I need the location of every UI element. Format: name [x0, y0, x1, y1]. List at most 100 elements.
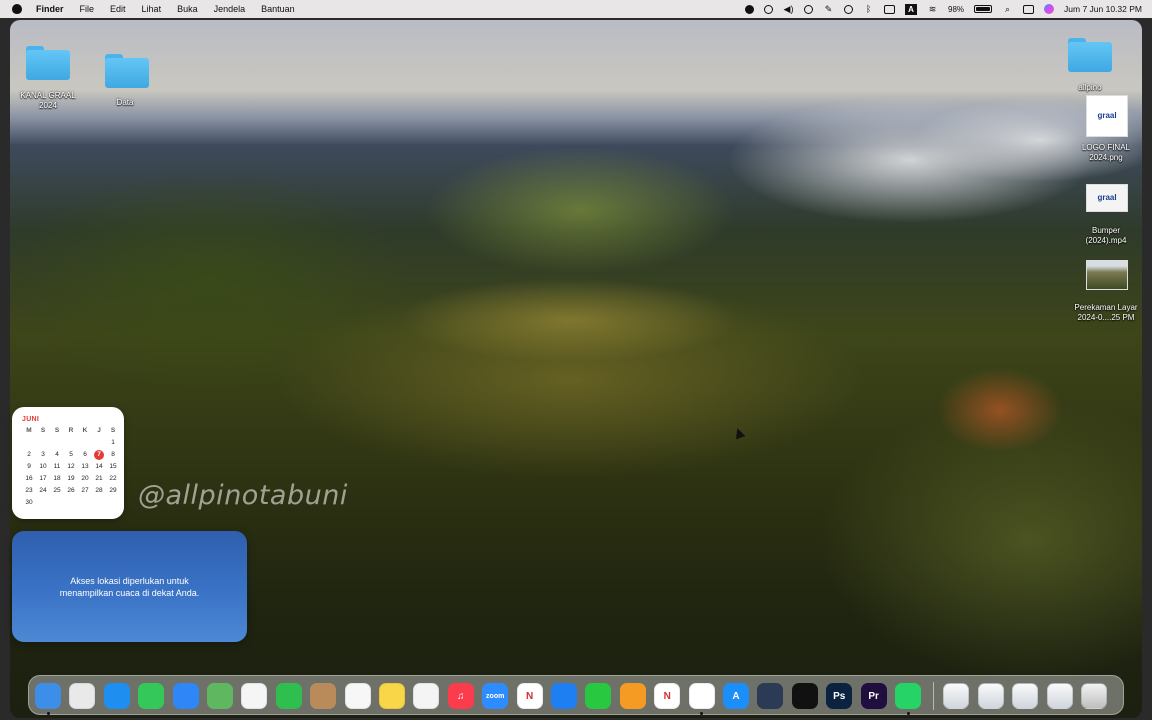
calendar-day[interactable]: 1: [106, 438, 120, 448]
finder-icon[interactable]: [35, 683, 61, 709]
launchpad-icon[interactable]: [69, 683, 96, 709]
xcode-icon[interactable]: [757, 683, 784, 709]
video-file-icon[interactable]: graal: [1086, 184, 1128, 212]
app-menu-finder[interactable]: Finder: [36, 4, 64, 14]
documents-stack-icon[interactable]: [1012, 683, 1039, 709]
numbers-icon[interactable]: [585, 683, 612, 709]
wifi-icon[interactable]: ≋: [927, 4, 938, 15]
photos-icon[interactable]: [241, 683, 268, 709]
whatsapp-icon[interactable]: [895, 683, 921, 709]
app-store-icon[interactable]: A: [723, 683, 749, 709]
play-icon[interactable]: [844, 4, 854, 14]
calendar-widget[interactable]: JUNI M S S R K J S 1 2 3 4 5 6 7 8 9 10 11 12 13 14 15 16 17 18 1…: [12, 407, 124, 519]
calendar-day[interactable]: 10: [36, 462, 50, 472]
chrome-icon[interactable]: [688, 683, 715, 709]
calendar-day[interactable]: 16: [22, 474, 36, 484]
downloads-stack-icon[interactable]: [943, 683, 970, 709]
mail-icon[interactable]: [172, 683, 199, 709]
calendar-day[interactable]: 15: [106, 462, 120, 472]
calendar-day[interactable]: 29: [106, 486, 120, 496]
pages-icon[interactable]: [619, 683, 646, 709]
calendar-day[interactable]: 25: [50, 486, 64, 496]
calendar-day[interactable]: 14: [92, 462, 106, 472]
menu-view[interactable]: Lihat: [142, 4, 162, 14]
record-status-icon[interactable]: [745, 4, 755, 14]
screen-share-icon[interactable]: [764, 4, 774, 14]
calendar-day[interactable]: 21: [92, 474, 106, 484]
menu-help[interactable]: Bantuan: [261, 4, 295, 14]
folder-icon[interactable]: [105, 54, 149, 88]
desktop-stack-icon[interactable]: [1046, 683, 1073, 709]
calendar-day[interactable]: 11: [50, 462, 64, 472]
music-icon[interactable]: ♫: [447, 683, 474, 709]
calendar-day[interactable]: 5: [64, 450, 78, 460]
calendar-day[interactable]: 9: [22, 462, 36, 472]
desktop-item-bumper-label[interactable]: Bumper (2024).mp4: [1066, 226, 1146, 246]
news-icon[interactable]: N: [516, 683, 543, 709]
image-file-icon[interactable]: graal: [1086, 95, 1128, 137]
keynote-icon[interactable]: [551, 683, 577, 709]
calendar-day[interactable]: 19: [64, 474, 78, 484]
reminders-icon[interactable]: [344, 683, 371, 709]
calendar-day[interactable]: 13: [78, 462, 92, 472]
trash-icon[interactable]: [1081, 683, 1107, 709]
calendar-day[interactable]: 17: [36, 474, 50, 484]
running-indicator: [46, 712, 50, 715]
stop-icon[interactable]: [804, 4, 814, 14]
menu-file[interactable]: File: [80, 4, 95, 14]
desktop-item-kanal-graal-label[interactable]: KANAL GRAAL 2024: [8, 91, 88, 111]
netflix-icon[interactable]: N: [654, 683, 681, 709]
calendar-day[interactable]: 27: [78, 486, 92, 496]
menu-go[interactable]: Buka: [177, 4, 198, 14]
calendar-day[interactable]: 6: [78, 450, 92, 460]
zoom-icon[interactable]: zoom: [482, 683, 509, 709]
display-icon[interactable]: [884, 4, 896, 14]
calendar-day[interactable]: 22: [106, 474, 120, 484]
facetime-icon[interactable]: [275, 683, 302, 709]
input-source-icon[interactable]: A: [905, 3, 918, 15]
calendar-day[interactable]: 12: [64, 462, 78, 472]
premiere-pro-icon[interactable]: Pr: [860, 683, 887, 709]
running-indicator: [700, 712, 704, 715]
calendar-day[interactable]: 4: [50, 450, 64, 460]
desktop-item-screen-recording-label[interactable]: Perekaman Layar 2024-0....25 PM: [1064, 303, 1148, 323]
messages-icon[interactable]: [138, 683, 165, 709]
menu-edit[interactable]: Edit: [110, 4, 126, 14]
contacts-icon[interactable]: [310, 683, 337, 709]
menu-window[interactable]: Jendela: [214, 4, 246, 14]
clock[interactable]: Jum 7 Jun 10.32 PM: [1064, 4, 1142, 14]
capcut-icon[interactable]: [791, 683, 818, 709]
calendar-day[interactable]: 2: [22, 450, 36, 460]
freeform-icon[interactable]: [413, 683, 440, 709]
apple-menu-icon[interactable]: [12, 4, 22, 14]
folder-icon[interactable]: [26, 46, 70, 80]
desktop-item-logo-final-label[interactable]: LOGO FINAL 2024.png: [1068, 143, 1144, 163]
calendar-day[interactable]: 7: [94, 450, 104, 460]
siri-icon[interactable]: [1044, 4, 1055, 14]
calendar-day[interactable]: 23: [22, 486, 36, 496]
calendar-day[interactable]: 3: [36, 450, 50, 460]
control-center-icon[interactable]: [1023, 4, 1035, 14]
calendar-day[interactable]: 26: [64, 486, 78, 496]
notes-icon[interactable]: [379, 683, 405, 709]
battery-icon[interactable]: [974, 5, 993, 13]
calendar-day[interactable]: 8: [106, 450, 120, 460]
screen-recording-icon[interactable]: [1086, 260, 1128, 290]
maps-icon[interactable]: [207, 683, 233, 709]
pen-icon[interactable]: ✎: [823, 4, 834, 15]
photoshop-icon[interactable]: Ps: [826, 683, 853, 709]
calendar-day[interactable]: 18: [50, 474, 64, 484]
desktop-item-data-label[interactable]: Data: [95, 98, 155, 108]
calendar-day[interactable]: 24: [36, 486, 50, 496]
screenshot-stack-icon[interactable]: [977, 683, 1004, 709]
calendar-day[interactable]: 30: [22, 498, 36, 508]
calendar-day[interactable]: 28: [92, 486, 106, 496]
volume-icon[interactable]: ◀): [783, 4, 794, 15]
desktop-item-allpino-label[interactable]: allpino: [1060, 83, 1120, 93]
bluetooth-icon[interactable]: ᛒ: [863, 4, 874, 15]
folder-icon[interactable]: [1068, 38, 1112, 72]
safari-icon[interactable]: [103, 683, 130, 709]
calendar-day[interactable]: 20: [78, 474, 92, 484]
spotlight-search-icon[interactable]: ⌕: [1002, 4, 1013, 15]
weather-widget[interactable]: Akses lokasi diperlukan untuk menampilka…: [12, 531, 247, 642]
